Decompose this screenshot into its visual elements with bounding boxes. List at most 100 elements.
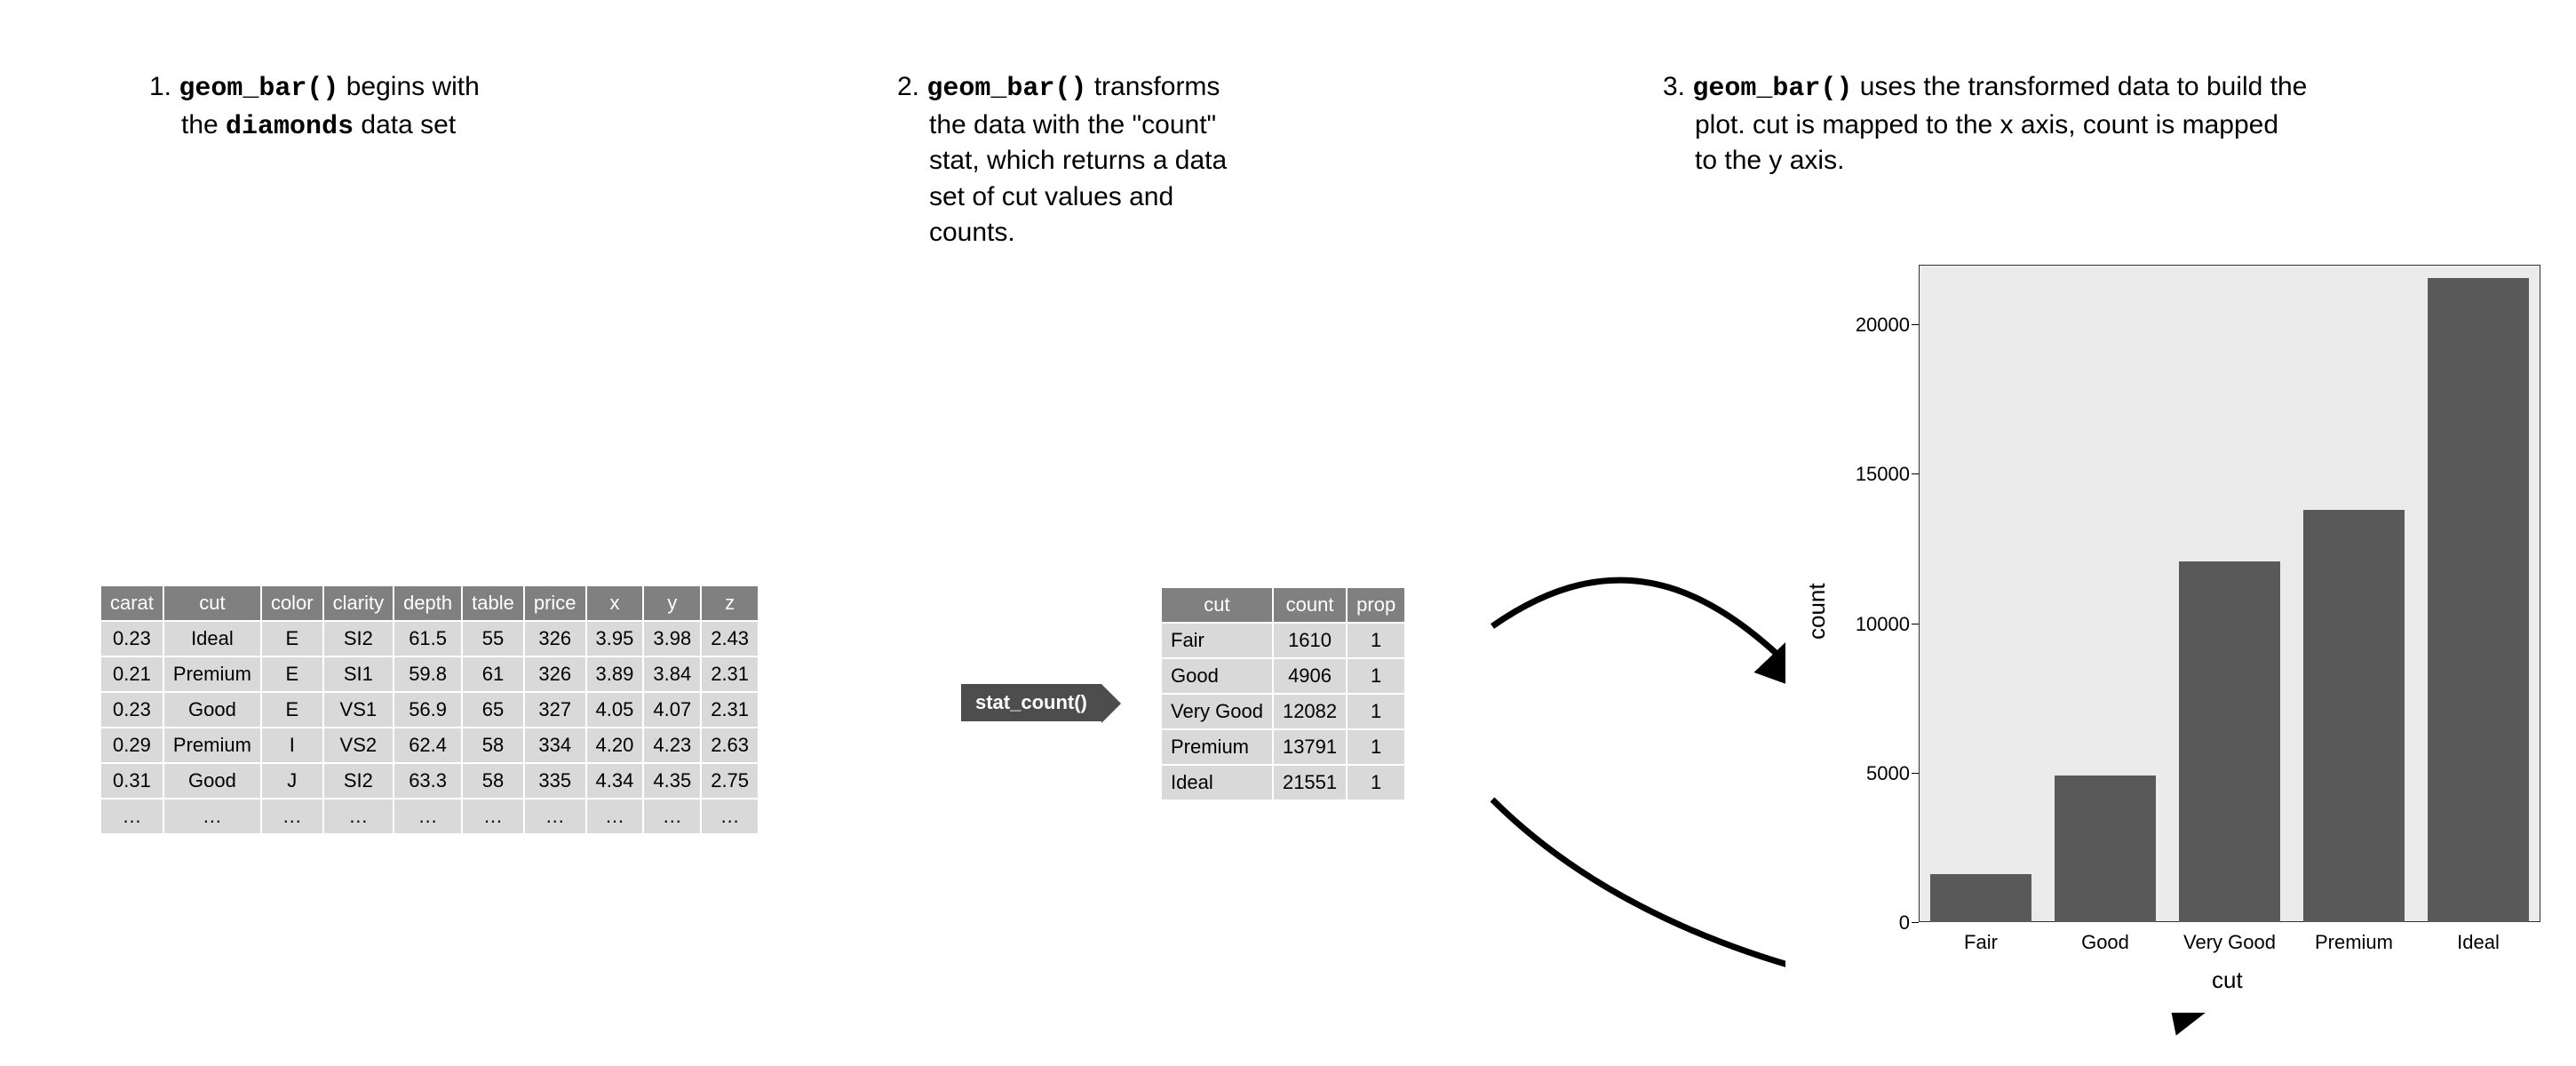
x-tick-label: Ideal: [2416, 931, 2540, 954]
step2-line4: set of cut values and: [897, 179, 1359, 216]
step1-num: 1.: [149, 72, 179, 101]
cell: SI1: [323, 656, 394, 692]
cell: …: [323, 799, 394, 833]
diamonds-col-depth: depth: [394, 586, 462, 621]
cell: 62.4: [394, 728, 462, 763]
y-tick-mark: [1912, 922, 1919, 923]
cell: 326: [524, 621, 586, 656]
cell: E: [261, 621, 323, 656]
y-tick-label: 10000: [1830, 613, 1910, 636]
step2-line5: counts.: [897, 215, 1359, 251]
bar-fair: [1930, 874, 2032, 922]
cell: VS2: [323, 728, 394, 763]
cell: 3.84: [643, 656, 701, 692]
step2-text-a: transforms: [1086, 72, 1220, 101]
y-tick-mark: [1912, 324, 1919, 325]
cell: …: [101, 799, 163, 833]
y-tick-mark: [1912, 773, 1919, 774]
count-col-cut: cut: [1162, 588, 1273, 623]
cell: 0.29: [101, 728, 163, 763]
table-row: 0.21PremiumESI159.8613263.893.842.31: [101, 656, 758, 692]
cell: SI2: [323, 763, 394, 799]
cell: Premium: [1162, 729, 1273, 765]
cell: …: [462, 799, 524, 833]
step3-fn: geom_bar(): [1692, 74, 1852, 104]
diamonds-col-cut: cut: [163, 586, 261, 621]
cell: Ideal: [163, 621, 261, 656]
x-tick-label: Very Good: [2167, 931, 2292, 954]
cell: 59.8: [394, 656, 462, 692]
cell: …: [643, 799, 701, 833]
cell: 2.63: [701, 728, 758, 763]
cell: …: [163, 799, 261, 833]
cell: J: [261, 763, 323, 799]
cell: Very Good: [1162, 694, 1273, 729]
table-row: Fair16101: [1162, 623, 1404, 658]
cell: Good: [163, 692, 261, 728]
cell: 4906: [1273, 658, 1347, 694]
cell: 334: [524, 728, 586, 763]
diamonds-col-x: x: [586, 586, 644, 621]
step2-line3: stat, which returns a data: [897, 143, 1359, 179]
count-col-count: count: [1273, 588, 1347, 623]
count-col-prop: prop: [1347, 588, 1404, 623]
cell: 1: [1347, 765, 1404, 800]
table-row: Very Good120821: [1162, 694, 1404, 729]
cell: 4.23: [643, 728, 701, 763]
cell: …: [586, 799, 644, 833]
cell: …: [394, 799, 462, 833]
cell: Fair: [1162, 623, 1273, 658]
bar-good: [2055, 776, 2157, 922]
bar-chart: count 05000100001500020000 FairGoodVery …: [1785, 249, 2558, 1013]
diamonds-col-color: color: [261, 586, 323, 621]
cell: …: [261, 799, 323, 833]
step2-num: 2.: [897, 72, 926, 101]
cell: 58: [462, 763, 524, 799]
step1-dataset: diamonds: [226, 112, 354, 142]
y-tick-label: 0: [1830, 911, 1910, 935]
x-tick-label: Premium: [2292, 931, 2416, 954]
y-tick-label: 5000: [1830, 762, 1910, 785]
cell: …: [524, 799, 586, 833]
diamonds-col-table: table: [462, 586, 524, 621]
step3-num: 3.: [1663, 72, 1692, 101]
stat-count-pill: stat_count(): [961, 684, 1101, 721]
step3-caption: 3. geom_bar() uses the transformed data …: [1663, 69, 2462, 179]
cell: Ideal: [1162, 765, 1273, 800]
table-row: 0.29PremiumIVS262.4583344.204.232.63: [101, 728, 758, 763]
cell: 3.95: [586, 621, 644, 656]
cell: 63.3: [394, 763, 462, 799]
step3-line2: plot. cut is mapped to the x axis, count…: [1663, 107, 2462, 144]
cell: 1: [1347, 694, 1404, 729]
step3-text-a: uses the transformed data to build the: [1852, 72, 2307, 101]
cell: Good: [163, 763, 261, 799]
y-tick-mark: [1912, 473, 1919, 474]
diamonds-col-carat: carat: [101, 586, 163, 621]
diamonds-table: caratcutcolorclaritydepthtablepricexyz 0…: [101, 586, 758, 833]
cell: 326: [524, 656, 586, 692]
cell: …: [701, 799, 758, 833]
cell: I: [261, 728, 323, 763]
cell: 0.23: [101, 621, 163, 656]
cell: 4.07: [643, 692, 701, 728]
table-row: …………………………: [101, 799, 758, 833]
cell: 0.21: [101, 656, 163, 692]
arrow-top: [1492, 580, 1812, 688]
x-tick-label: Good: [2043, 931, 2167, 954]
table-row: Premium137911: [1162, 729, 1404, 765]
step1-text-b: the: [181, 110, 226, 139]
x-axis-title: cut: [2212, 967, 2243, 994]
step2-line2: the data with the "count": [897, 107, 1359, 144]
step1-text-c: data set: [354, 110, 456, 139]
table-row: Ideal215511: [1162, 765, 1404, 800]
table-row: 0.23IdealESI261.5553263.953.982.43: [101, 621, 758, 656]
cell: 4.35: [643, 763, 701, 799]
cell: 4.05: [586, 692, 644, 728]
count-table: cutcountprop Fair16101Good49061Very Good…: [1162, 588, 1404, 800]
step3-line3: to the y axis.: [1663, 143, 2462, 179]
diamonds-col-clarity: clarity: [323, 586, 394, 621]
table-row: 0.31GoodJSI263.3583354.344.352.75: [101, 763, 758, 799]
step2-fn: geom_bar(): [926, 74, 1086, 104]
step2-caption: 2. geom_bar() transforms the data with t…: [897, 69, 1359, 251]
cell: VS1: [323, 692, 394, 728]
